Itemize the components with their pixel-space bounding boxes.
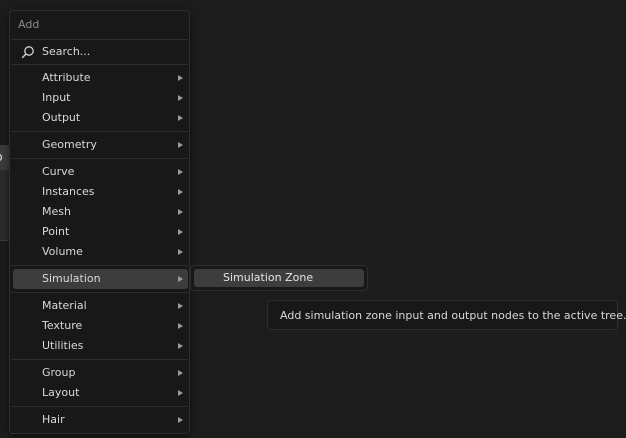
- chevron-right-icon: [178, 276, 183, 282]
- menu-item-label: Input: [42, 91, 71, 104]
- tooltip: Add simulation zone input and output nod…: [267, 300, 626, 330]
- menu-item-label: Volume: [42, 245, 83, 258]
- menu-item-label: Attribute: [42, 71, 91, 84]
- chevron-right-icon: [178, 209, 183, 215]
- menu-item-label: Group: [42, 366, 76, 379]
- menu-separator: [11, 64, 188, 65]
- menu-item-group[interactable]: Group: [13, 363, 188, 383]
- menu-item-label: Material: [42, 299, 87, 312]
- menu-item-output[interactable]: Output: [13, 108, 188, 128]
- chevron-right-icon: [178, 229, 183, 235]
- chevron-right-icon: [178, 417, 183, 423]
- menu-separator: [11, 158, 188, 159]
- add-menu: Add Search... Attribute Input Output Geo…: [9, 10, 190, 434]
- menu-item-mesh[interactable]: Mesh: [13, 202, 188, 222]
- background-node-title: p: [0, 150, 3, 164]
- menu-item-point[interactable]: Point: [13, 222, 188, 242]
- menu-item-volume[interactable]: Volume: [13, 242, 188, 262]
- chevron-right-icon: [178, 189, 183, 195]
- menu-item-simulation[interactable]: Simulation: [13, 269, 188, 289]
- menu-item-texture[interactable]: Texture: [13, 316, 188, 336]
- menu-item-input[interactable]: Input: [13, 88, 188, 108]
- menu-item-label: Utilities: [42, 339, 84, 352]
- menu-item-label: Point: [42, 225, 70, 238]
- simulation-submenu: Simulation Zone: [190, 265, 368, 291]
- menu-item-label: Simulation: [42, 272, 101, 285]
- menu-item-curve[interactable]: Curve: [13, 162, 188, 182]
- menu-item-instances[interactable]: Instances: [13, 182, 188, 202]
- menu-item-layout[interactable]: Layout: [13, 383, 188, 403]
- chevron-right-icon: [178, 249, 183, 255]
- chevron-right-icon: [178, 303, 183, 309]
- chevron-right-icon: [178, 115, 183, 121]
- menu-separator: [11, 292, 188, 293]
- menu-item-attribute[interactable]: Attribute: [13, 68, 188, 88]
- chevron-right-icon: [178, 142, 183, 148]
- menu-item-label: Geometry: [42, 138, 97, 151]
- menu-separator: [11, 265, 188, 266]
- menu-item-geometry[interactable]: Geometry: [13, 135, 188, 155]
- node-editor-canvas[interactable]: p Add Search... Attribute Input Output G…: [0, 0, 626, 438]
- menu-item-label: Mesh: [42, 205, 71, 218]
- chevron-right-icon: [178, 370, 183, 376]
- chevron-right-icon: [178, 75, 183, 81]
- submenu-item-label: Simulation Zone: [223, 271, 314, 284]
- menu-title: Add: [18, 18, 40, 31]
- menu-item-hair[interactable]: Hair: [13, 410, 188, 430]
- chevron-right-icon: [178, 343, 183, 349]
- menu-item-material[interactable]: Material: [13, 296, 188, 316]
- menu-item-label: Instances: [42, 185, 95, 198]
- menu-item-label: Texture: [42, 319, 83, 332]
- menu-item-label: Curve: [42, 165, 75, 178]
- submenu-item-simulation-zone[interactable]: Simulation Zone: [194, 269, 364, 287]
- menu-item-utilities[interactable]: Utilities: [13, 336, 188, 356]
- search-label: Search...: [42, 45, 91, 58]
- menu-separator: [11, 406, 188, 407]
- menu-item-label: Output: [42, 111, 81, 124]
- search-icon: [21, 46, 34, 59]
- menu-separator: [11, 131, 188, 132]
- chevron-right-icon: [178, 95, 183, 101]
- chevron-right-icon: [178, 323, 183, 329]
- menu-separator: [11, 359, 188, 360]
- tooltip-text: Add simulation zone input and output nod…: [280, 309, 626, 322]
- search-button[interactable]: Search...: [11, 39, 188, 63]
- chevron-right-icon: [178, 169, 183, 175]
- menu-item-label: Hair: [42, 413, 65, 426]
- chevron-right-icon: [178, 390, 183, 396]
- menu-item-label: Layout: [42, 386, 80, 399]
